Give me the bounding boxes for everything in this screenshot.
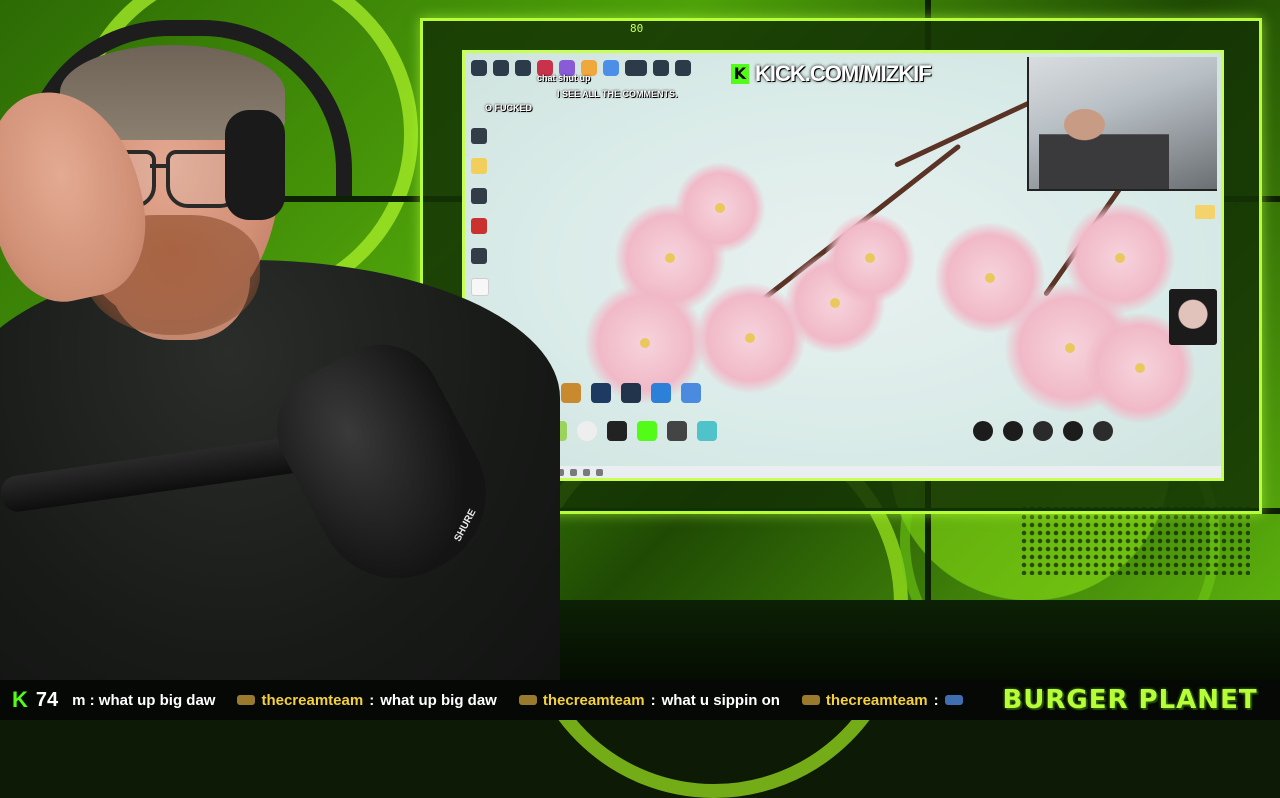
grid-icon[interactable] xyxy=(1093,421,1113,441)
taskbar-icon[interactable] xyxy=(570,468,577,476)
avatar-overlay xyxy=(1169,289,1217,345)
wallpaper-blossom xyxy=(825,213,915,303)
kick-url-overlay: K KICK.COM/MIZKIF xyxy=(731,61,932,87)
app-icon[interactable] xyxy=(651,383,671,403)
wallpaper-blossom xyxy=(1065,203,1175,313)
emote-icon xyxy=(237,695,256,705)
app-icon[interactable] xyxy=(607,421,627,441)
app-icon[interactable] xyxy=(667,421,687,441)
brand-text: BURGER PLANET xyxy=(1002,685,1258,715)
app-icon[interactable] xyxy=(603,60,619,76)
chat-message-text: what u sippin on xyxy=(661,691,780,709)
streamer-webcam: SHURE xyxy=(0,0,560,680)
kick-logo-icon: K xyxy=(731,64,749,84)
app-icon[interactable] xyxy=(621,383,641,403)
app-icon[interactable] xyxy=(973,421,993,441)
chat-message: thecreamteam : what up big daw xyxy=(237,691,497,709)
kick-logo-icon: K xyxy=(12,687,28,712)
emote-icon xyxy=(518,695,537,705)
dot-pattern xyxy=(1020,505,1250,575)
folder-icon[interactable] xyxy=(1195,205,1215,219)
app-icon[interactable] xyxy=(697,421,717,441)
frame-tick-label: 80 xyxy=(630,22,644,35)
chat-separator: : xyxy=(650,691,656,709)
emote-icon xyxy=(944,695,963,705)
second-webcam-inset xyxy=(1027,57,1217,191)
chat-username: thecreamteam xyxy=(542,691,645,709)
kick-icon[interactable] xyxy=(637,421,657,441)
chat-message-text: what up big daw xyxy=(380,691,497,709)
taskbar-icon[interactable] xyxy=(596,468,603,476)
desktop-icon-row xyxy=(973,421,1113,441)
app-icon[interactable] xyxy=(561,383,581,403)
chat-username: thecreamteam xyxy=(261,691,364,709)
chat-message: m : what up big daw xyxy=(72,692,215,709)
headphone-cup xyxy=(225,110,285,220)
brand-logo: BURGER PLANET xyxy=(980,680,1280,720)
chat-ticker-track: m : what up big daw thecreamteam : what … xyxy=(72,680,980,720)
chat-separator: : xyxy=(369,691,375,709)
chat-message-text: m : what up big daw xyxy=(72,691,216,709)
chat-username: thecreamteam xyxy=(825,691,928,709)
shared-desktop: K KICK.COM/MIZKIF chat shut up I SEE ALL… xyxy=(462,50,1224,481)
chat-message: thecreamteam : what u sippin on xyxy=(518,691,780,709)
wallpaper-blossom xyxy=(675,163,765,253)
play-icon[interactable] xyxy=(1003,421,1023,441)
desktop-taskbar xyxy=(465,466,1221,478)
webcam-person xyxy=(1039,97,1169,189)
kick-url-text: KICK.COM/MIZKIF xyxy=(755,61,932,86)
taskbar-icon[interactable] xyxy=(583,468,590,476)
app-icon[interactable] xyxy=(681,383,701,403)
viewer-count-number: 74 xyxy=(35,688,59,711)
desktop-chat-line: I SEE ALL THE COMMENTS. xyxy=(557,89,678,99)
app-icon[interactable] xyxy=(675,60,691,76)
audio-icon[interactable] xyxy=(1033,421,1053,441)
app-icon[interactable] xyxy=(653,60,669,76)
steam-icon[interactable] xyxy=(591,383,611,403)
app-icon[interactable] xyxy=(577,421,597,441)
chat-separator: : xyxy=(933,691,939,709)
viewer-count: K 74 xyxy=(0,680,73,720)
chat-ticker-bar: K 74 m : what up big daw thecreamteam : … xyxy=(0,680,1280,720)
app-icon[interactable] xyxy=(625,60,647,76)
4k-icon[interactable] xyxy=(1063,421,1083,441)
emote-icon xyxy=(801,695,820,705)
chat-message: thecreamteam : xyxy=(801,691,963,709)
